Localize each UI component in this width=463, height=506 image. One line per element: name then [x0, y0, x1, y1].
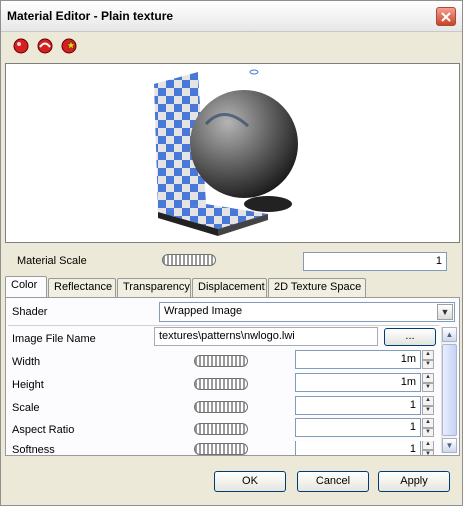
- browse-button[interactable]: ...: [384, 328, 436, 346]
- tab-2d-texture-space[interactable]: 2D Texture Space: [268, 278, 366, 297]
- height-label: Height: [12, 379, 44, 391]
- material-editor-window: Material Editor - Plain texture Material…: [0, 0, 463, 506]
- close-icon: [441, 11, 451, 22]
- width-slider[interactable]: [194, 355, 248, 367]
- toolbar-button-sphere-star[interactable]: [59, 36, 79, 56]
- scroll-up-icon[interactable]: ▲: [442, 327, 457, 342]
- cancel-button[interactable]: Cancel: [297, 471, 369, 492]
- width-input[interactable]: 1m: [295, 350, 421, 369]
- width-label: Width: [12, 356, 41, 368]
- apply-button[interactable]: Apply: [378, 471, 450, 492]
- image-file-name-input[interactable]: textures\patterns\nwlogo.lwi: [154, 327, 378, 346]
- tab-color[interactable]: Color: [5, 276, 47, 297]
- height-slider[interactable]: [194, 378, 248, 390]
- arrow-down-icon[interactable]: ▼: [422, 427, 434, 437]
- image-file-name-label: Image File Name: [12, 333, 96, 345]
- color-tab-panel: Shader Wrapped Image ▼ Image File Name t…: [5, 297, 460, 456]
- tab-reflectance[interactable]: Reflectance: [48, 278, 116, 297]
- arrow-down-icon[interactable]: ▼: [422, 359, 434, 369]
- close-button[interactable]: [436, 7, 456, 26]
- ok-button[interactable]: OK: [214, 471, 286, 492]
- softness-label: Softness: [12, 444, 55, 455]
- shader-label: Shader: [12, 306, 48, 318]
- material-scale-label: Material Scale: [17, 255, 87, 267]
- arrow-down-icon[interactable]: ▼: [422, 449, 434, 455]
- aspect-ratio-slider[interactable]: [194, 423, 248, 435]
- arrow-up-icon[interactable]: ▲: [422, 373, 434, 383]
- sphere-arrow-icon: [37, 38, 53, 54]
- scale-label: Scale: [12, 402, 40, 414]
- chevron-down-icon[interactable]: ▼: [437, 304, 453, 320]
- arrow-up-icon[interactable]: ▲: [422, 418, 434, 428]
- sphere-star-icon: [61, 38, 77, 54]
- softness-slider[interactable]: [194, 443, 248, 455]
- arrow-up-icon[interactable]: ▲: [422, 441, 434, 450]
- scale-input[interactable]: 1: [295, 396, 421, 415]
- arrow-down-icon[interactable]: ▼: [422, 405, 434, 415]
- scroll-down-icon[interactable]: ▼: [442, 438, 457, 453]
- width-stepper[interactable]: ▲ ▼: [422, 350, 434, 369]
- toolbar-button-sphere-arrow[interactable]: [35, 36, 55, 56]
- aspect-ratio-label: Aspect Ratio: [12, 424, 75, 436]
- material-scale-slider[interactable]: [162, 254, 216, 266]
- shader-value: Wrapped Image: [164, 305, 243, 317]
- softness-row-clip: Softness 1 ▲ ▼: [6, 441, 439, 455]
- red-sphere-icon: [13, 38, 29, 54]
- arrow-up-icon[interactable]: ▲: [422, 350, 434, 360]
- aspect-ratio-input[interactable]: 1: [295, 418, 421, 437]
- material-preview-render: [154, 69, 298, 236]
- height-input[interactable]: 1m: [295, 373, 421, 392]
- material-scale-row: Material Scale 1: [5, 249, 460, 273]
- scale-slider[interactable]: [194, 401, 248, 413]
- height-stepper[interactable]: ▲ ▼: [422, 373, 434, 392]
- arrow-up-icon[interactable]: ▲: [422, 396, 434, 406]
- toolbar: [5, 35, 460, 57]
- tab-transparency[interactable]: Transparency: [117, 278, 191, 297]
- softness-stepper[interactable]: ▲ ▼: [422, 441, 434, 455]
- aspect-ratio-stepper[interactable]: ▲ ▼: [422, 418, 434, 437]
- tab-bar: Color Reflectance Transparency Displacem…: [5, 276, 460, 297]
- divider: [8, 325, 439, 326]
- arrow-down-icon[interactable]: ▼: [422, 382, 434, 392]
- scrollbar-thumb[interactable]: [442, 344, 457, 436]
- tab-displacement[interactable]: Displacement: [192, 278, 267, 297]
- toolbar-button-sphere[interactable]: [11, 36, 31, 56]
- scale-stepper[interactable]: ▲ ▼: [422, 396, 434, 415]
- title-bar[interactable]: Material Editor - Plain texture: [1, 1, 462, 32]
- softness-input[interactable]: 1: [295, 441, 421, 455]
- window-title: Material Editor - Plain texture: [7, 9, 174, 23]
- shader-dropdown[interactable]: Wrapped Image ▼: [159, 302, 455, 322]
- material-scale-input[interactable]: 1: [303, 252, 447, 271]
- vertical-scrollbar[interactable]: ▲ ▼: [441, 327, 457, 453]
- material-preview: [5, 63, 460, 243]
